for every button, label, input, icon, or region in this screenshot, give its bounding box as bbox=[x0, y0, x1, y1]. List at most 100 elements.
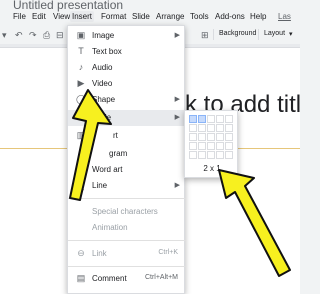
grid-cell[interactable] bbox=[225, 133, 233, 141]
audio-icon: ♪ bbox=[78, 62, 84, 72]
menu-item-video[interactable]: ▶ Video bbox=[68, 76, 186, 92]
shape-icon: ◯ bbox=[76, 94, 87, 104]
shortcut-label: Ctrl+K bbox=[158, 249, 178, 256]
menu-item-animation: Animation bbox=[68, 220, 186, 236]
undo-icon[interactable]: ↶ bbox=[15, 29, 23, 41]
grid-cell[interactable] bbox=[198, 133, 206, 141]
menu-help[interactable]: Help bbox=[248, 11, 268, 22]
menu-item-label: Shape bbox=[92, 95, 116, 104]
menu-item-label: Image bbox=[92, 31, 115, 40]
grid-cell[interactable] bbox=[216, 124, 224, 132]
menu-tools[interactable]: Tools bbox=[188, 11, 211, 22]
menu-divider bbox=[68, 198, 186, 199]
menu-item-label: Audio bbox=[92, 63, 113, 72]
menu-file[interactable]: File bbox=[11, 11, 28, 22]
grid-cell[interactable] bbox=[198, 151, 206, 159]
grid-cell[interactable] bbox=[207, 142, 215, 150]
shortcut-label: Ctrl+Alt+M bbox=[144, 274, 178, 281]
toolbar-divider bbox=[213, 29, 214, 40]
background-button[interactable]: Background bbox=[219, 30, 256, 37]
grid-cell[interactable] bbox=[216, 151, 224, 159]
grid-cell[interactable] bbox=[189, 151, 197, 159]
layout-caret-icon[interactable]: ▾ bbox=[289, 30, 293, 38]
menu-format[interactable]: Format bbox=[99, 11, 128, 22]
submenu-arrow-icon: ▶ bbox=[174, 182, 180, 189]
grid-cell[interactable] bbox=[225, 115, 233, 123]
menu-add-ons[interactable]: Add-ons bbox=[213, 11, 247, 22]
menu-item-comment[interactable]: ▤ Comment Ctrl+Alt+M bbox=[68, 271, 186, 287]
menu-item-label: rt bbox=[113, 131, 118, 140]
menu-item-label: Word art bbox=[92, 165, 123, 174]
add-slide-caret-icon[interactable]: ▾ bbox=[2, 29, 7, 41]
comment-icon: ▤ bbox=[76, 273, 86, 283]
grid-cell[interactable] bbox=[207, 124, 215, 132]
menu-item-label: Table bbox=[92, 113, 112, 122]
table-size-grid[interactable] bbox=[189, 115, 235, 161]
menu-item-word-art[interactable]: A Word art bbox=[68, 162, 186, 178]
grid-cell[interactable] bbox=[198, 142, 206, 150]
app-window: Untitled presentation File Edit View Ins… bbox=[0, 0, 300, 294]
menu-item-image[interactable]: ▣ Image ▶ bbox=[68, 28, 186, 44]
grid-cell[interactable] bbox=[225, 142, 233, 150]
menu-arrange[interactable]: Arrange bbox=[154, 11, 186, 22]
menu-divider bbox=[68, 266, 186, 267]
menu-item-line[interactable]: ╲ Line ▶ bbox=[68, 178, 186, 194]
image-icon: ▣ bbox=[76, 30, 86, 40]
grid-cell[interactable] bbox=[216, 142, 224, 150]
menu-item-label: Text box bbox=[92, 47, 122, 56]
grid-cell[interactable] bbox=[207, 151, 215, 159]
menu-bar: File Edit View Insert Format Slide Arran… bbox=[0, 10, 300, 26]
menu-edit[interactable]: Edit bbox=[30, 11, 48, 22]
grid-cell[interactable] bbox=[198, 124, 206, 132]
menu-item-label: Video bbox=[92, 79, 113, 88]
menu-item-text-box[interactable]: T Text box bbox=[68, 44, 186, 60]
grid-cell[interactable] bbox=[189, 142, 197, 150]
paint-format-icon[interactable]: ⊟ bbox=[56, 29, 64, 41]
diagram-icon: ⁘ bbox=[77, 148, 85, 158]
print-icon[interactable]: ⎙ bbox=[43, 29, 50, 41]
menu-item-audio[interactable]: ♪ Audio bbox=[68, 60, 186, 76]
video-icon: ▶ bbox=[77, 78, 85, 88]
grid-cell[interactable] bbox=[207, 115, 215, 123]
link-icon: ⊖ bbox=[77, 248, 85, 258]
menu-divider bbox=[68, 240, 186, 241]
layout-button[interactable]: Layout bbox=[264, 30, 285, 37]
menu-item-label: Link bbox=[92, 249, 107, 258]
toolbar-divider bbox=[258, 29, 259, 40]
redo-icon[interactable]: ↷ bbox=[29, 29, 37, 41]
menu-item-table[interactable]: Table ▶ bbox=[68, 110, 186, 126]
chart-icon: ▥ bbox=[76, 130, 86, 140]
grid-cell[interactable] bbox=[189, 133, 197, 141]
menu-item-label: Comment bbox=[92, 274, 127, 283]
grid-cell[interactable] bbox=[216, 133, 224, 141]
submenu-arrow-icon: ▶ bbox=[174, 32, 180, 39]
insert-menu: ▣ Image ▶ T Text box ♪ Audio ▶ Video ◯ S… bbox=[67, 25, 186, 294]
menu-item-label: Line bbox=[92, 181, 108, 190]
grid-cell[interactable] bbox=[198, 115, 206, 123]
grid-cell[interactable] bbox=[225, 124, 233, 132]
table-size-label: 2 x 1 bbox=[203, 164, 221, 173]
grid-cell[interactable] bbox=[189, 124, 197, 132]
comment-add-icon[interactable]: ⊞ bbox=[201, 29, 209, 41]
menu-item-label: Special characters bbox=[92, 207, 158, 216]
menu-item-special-characters: Special characters bbox=[68, 204, 186, 220]
menu-slide[interactable]: Slide bbox=[130, 11, 152, 22]
menu-item-label: gram bbox=[109, 149, 128, 158]
grid-cell[interactable] bbox=[225, 151, 233, 159]
grid-cell[interactable] bbox=[216, 115, 224, 123]
menu-item-shape[interactable]: ◯ Shape ▶ bbox=[68, 92, 186, 108]
menu-item-diagram[interactable]: ⁘ gram bbox=[68, 146, 186, 162]
submenu-arrow-icon: ▶ bbox=[174, 114, 180, 121]
menu-insert[interactable]: Insert bbox=[70, 11, 95, 22]
grid-cell[interactable] bbox=[207, 133, 215, 141]
menu-item-label: Animation bbox=[92, 223, 128, 232]
line-icon: ╲ bbox=[78, 180, 84, 190]
grid-cell[interactable] bbox=[189, 115, 197, 123]
menu-item-chart[interactable]: ▥ rt bbox=[68, 128, 186, 144]
last-edit-link[interactable]: Las bbox=[276, 11, 293, 22]
word-art-icon: A bbox=[77, 164, 84, 174]
menu-item-link: ⊖ Link Ctrl+K bbox=[68, 246, 186, 262]
submenu-arrow-icon: ▶ bbox=[174, 96, 180, 103]
text-box-icon: T bbox=[78, 46, 84, 56]
table-size-picker: 2 x 1 bbox=[184, 110, 238, 178]
